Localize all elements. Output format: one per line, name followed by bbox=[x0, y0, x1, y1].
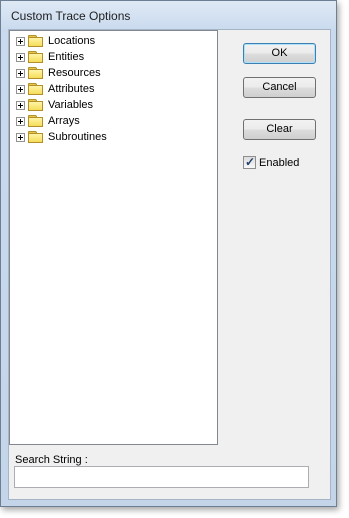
folder-icon bbox=[28, 130, 44, 144]
tree-item-subroutines[interactable]: Subroutines bbox=[16, 129, 107, 145]
tree-item-entities[interactable]: Entities bbox=[16, 49, 84, 65]
expand-plus-icon[interactable] bbox=[16, 68, 25, 78]
expand-plus-icon[interactable] bbox=[16, 36, 25, 46]
clear-button[interactable]: Clear bbox=[243, 119, 316, 140]
folder-icon bbox=[28, 66, 44, 80]
trace-tree-view[interactable]: Locations Entities Resources Attributes bbox=[9, 30, 218, 445]
folder-icon bbox=[28, 50, 44, 64]
tree-item-label: Attributes bbox=[48, 83, 95, 95]
tree-item-label: Subroutines bbox=[48, 131, 107, 143]
tree-item-resources[interactable]: Resources bbox=[16, 65, 101, 81]
expand-plus-icon[interactable] bbox=[16, 132, 25, 142]
window-title: Custom Trace Options bbox=[11, 9, 131, 23]
search-string-label: Search String : bbox=[15, 454, 88, 466]
cancel-button[interactable]: Cancel bbox=[243, 77, 316, 98]
enabled-checkbox-row[interactable]: ✓ Enabled bbox=[243, 155, 300, 169]
tree-item-label: Variables bbox=[48, 99, 94, 111]
custom-trace-options-dialog: Custom Trace Options Locations Entities … bbox=[0, 0, 337, 507]
tree-item-label: Arrays bbox=[48, 115, 80, 127]
title-bar[interactable]: Custom Trace Options bbox=[1, 1, 336, 31]
tree-item-label: Locations bbox=[48, 35, 96, 47]
folder-icon bbox=[28, 34, 44, 48]
dialog-client-area: Locations Entities Resources Attributes bbox=[8, 29, 331, 500]
tree-item-variables[interactable]: Variables bbox=[16, 97, 93, 113]
enabled-checkbox[interactable]: ✓ bbox=[243, 155, 256, 169]
folder-icon bbox=[28, 114, 44, 128]
expand-plus-icon[interactable] bbox=[16, 84, 25, 94]
tree-item-label: Entities bbox=[48, 51, 85, 63]
tree-item-arrays[interactable]: Arrays bbox=[16, 113, 80, 129]
tree-item-locations[interactable]: Locations bbox=[16, 33, 95, 49]
ok-button[interactable]: OK bbox=[243, 43, 316, 64]
checkmark-icon: ✓ bbox=[245, 155, 256, 169]
folder-icon bbox=[28, 82, 44, 96]
expand-plus-icon[interactable] bbox=[16, 116, 25, 126]
folder-icon bbox=[28, 98, 44, 112]
expand-plus-icon[interactable] bbox=[16, 100, 25, 110]
search-input[interactable] bbox=[14, 466, 309, 488]
tree-item-label: Resources bbox=[48, 67, 101, 79]
tree-item-attributes[interactable]: Attributes bbox=[16, 81, 94, 97]
enabled-label: Enabled bbox=[259, 156, 300, 169]
expand-plus-icon[interactable] bbox=[16, 52, 25, 62]
